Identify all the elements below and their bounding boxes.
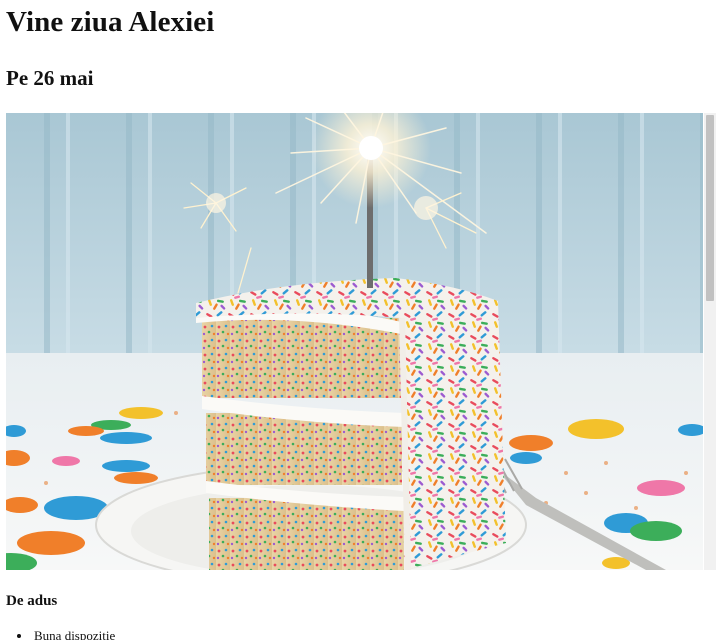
page-subtitle: Pe 26 mai xyxy=(6,66,94,90)
bring-heading: De adus xyxy=(6,593,58,609)
cake-photo-frame[interactable] xyxy=(6,113,703,570)
page: Vine ziua Alexiei Pe 26 mai De adus • Bu… xyxy=(0,0,720,640)
page-title: Vine ziua Alexiei xyxy=(6,6,215,38)
list-item: Buna dispozitie xyxy=(32,628,115,640)
bring-list: Buna dispozitie xyxy=(32,628,115,640)
scrollbar-thumb[interactable] xyxy=(706,115,714,301)
photo-scrollbar[interactable] xyxy=(704,113,716,570)
cake-photo xyxy=(6,113,703,570)
